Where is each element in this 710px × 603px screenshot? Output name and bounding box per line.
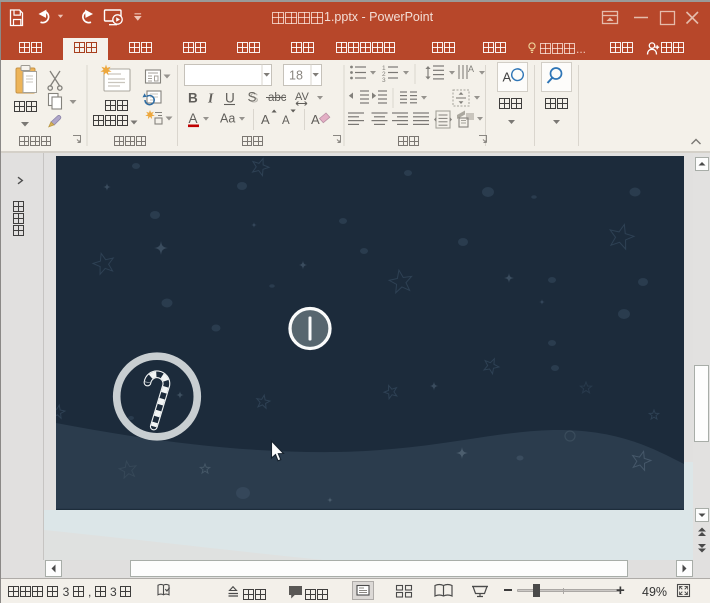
- svg-text:U: U: [225, 91, 235, 106]
- svg-text:S: S: [248, 90, 257, 105]
- svg-text:A: A: [468, 64, 474, 74]
- svg-text:B: B: [188, 91, 198, 106]
- svg-text:I: I: [207, 91, 214, 106]
- svg-text:A: A: [311, 112, 320, 127]
- svg-text:A: A: [503, 70, 512, 85]
- svg-text:3: 3: [382, 77, 386, 84]
- svg-text:A: A: [261, 112, 270, 127]
- svg-text:A: A: [189, 111, 198, 126]
- svg-text:18: 18: [289, 69, 303, 83]
- svg-text:AV: AV: [295, 91, 310, 103]
- svg-text:A: A: [282, 115, 290, 127]
- svg-text:Aa: Aa: [220, 112, 235, 126]
